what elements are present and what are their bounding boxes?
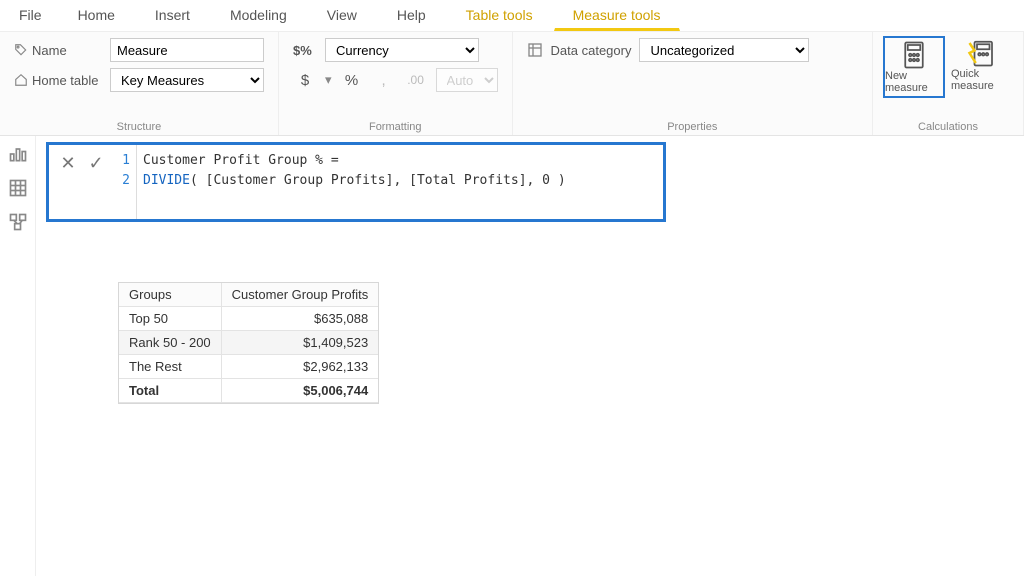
col-groups[interactable]: Groups xyxy=(119,283,221,307)
currency-button[interactable]: $ xyxy=(293,72,317,89)
tab-home[interactable]: Home xyxy=(59,0,134,31)
table-row: The Rest $2,962,133 xyxy=(119,355,378,379)
comma-button[interactable]: , xyxy=(372,72,396,89)
tab-table-tools[interactable]: Table tools xyxy=(447,0,552,31)
new-measure-button[interactable]: New measure xyxy=(883,36,945,98)
table-row: Rank 50 - 200 $1,409,523 xyxy=(119,331,378,355)
format-prefix: $% xyxy=(293,43,317,58)
decimals-label: .00 xyxy=(404,73,428,87)
tab-modeling[interactable]: Modeling xyxy=(211,0,306,31)
group-label-calculations: Calculations xyxy=(883,119,1013,133)
report-view-icon[interactable] xyxy=(8,144,28,164)
formula-gutter: 1 2 xyxy=(115,145,137,219)
home-table-select[interactable]: Key Measures xyxy=(110,68,264,92)
table-header-row: Groups Customer Group Profits xyxy=(119,283,378,307)
group-label-properties: Properties xyxy=(527,119,858,133)
formula-commit-icon[interactable]: ✓ xyxy=(87,153,105,174)
decimals-select: Auto xyxy=(436,68,498,92)
measure-name-input[interactable] xyxy=(110,38,264,62)
report-canvas: ✕ ✓ 1 2 Customer Profit Group % = DIVIDE… xyxy=(36,136,1024,576)
ribbon-group-calculations: New measure Quick measure Calculations xyxy=(873,32,1024,135)
ribbon-group-properties: Data category Uncategorized Properties xyxy=(513,32,873,135)
tab-help[interactable]: Help xyxy=(378,0,445,31)
home-table-label: Home table xyxy=(14,73,102,88)
tag-icon xyxy=(14,43,28,57)
formula-cancel-icon[interactable]: ✕ xyxy=(59,153,77,174)
table-visual[interactable]: Groups Customer Group Profits Top 50 $63… xyxy=(118,282,379,404)
group-label-structure: Structure xyxy=(14,119,264,133)
quick-measure-icon xyxy=(967,38,997,68)
data-view-icon[interactable] xyxy=(8,178,28,198)
model-view-icon[interactable] xyxy=(8,212,28,232)
calculator-icon xyxy=(899,40,929,70)
percent-button[interactable]: % xyxy=(340,72,364,89)
view-rail xyxy=(0,136,36,576)
quick-measure-button[interactable]: Quick measure xyxy=(951,36,1013,94)
home-icon xyxy=(14,73,28,87)
table-row: Top 50 $635,088 xyxy=(119,307,378,331)
ribbon-group-structure: Name Home table Key Measures Structure xyxy=(0,32,279,135)
tab-view[interactable]: View xyxy=(308,0,376,31)
tab-file[interactable]: File xyxy=(4,0,57,31)
tab-insert[interactable]: Insert xyxy=(136,0,209,31)
formula-bar[interactable]: ✕ ✓ 1 2 Customer Profit Group % = DIVIDE… xyxy=(46,142,666,222)
category-icon xyxy=(527,42,543,58)
format-select[interactable]: Currency xyxy=(325,38,479,62)
tab-measure-tools[interactable]: Measure tools xyxy=(554,0,680,31)
name-label: Name xyxy=(14,43,102,58)
ribbon-group-formatting: $% Currency $ ▾ % , .00 Auto Formatting xyxy=(279,32,513,135)
menu-bar: File Home Insert Modeling View Help Tabl… xyxy=(0,0,1024,32)
data-category-label: Data category xyxy=(527,42,632,58)
group-label-formatting: Formatting xyxy=(293,119,498,133)
col-profits[interactable]: Customer Group Profits xyxy=(221,283,378,307)
ribbon: Name Home table Key Measures Structure $… xyxy=(0,32,1024,136)
table-total-row: Total $5,006,744 xyxy=(119,379,378,403)
formula-code[interactable]: Customer Profit Group % = DIVIDE( [Custo… xyxy=(137,145,574,219)
data-category-select[interactable]: Uncategorized xyxy=(639,38,809,62)
